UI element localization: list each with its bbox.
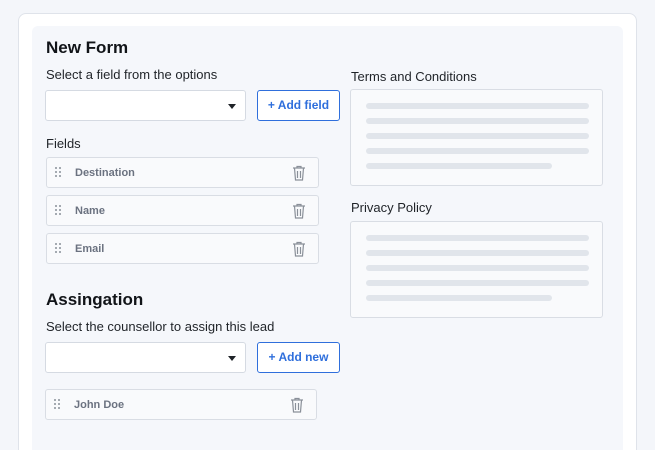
field-select[interactable] [45, 90, 246, 121]
trash-icon[interactable] [290, 397, 304, 413]
drag-handle-icon[interactable] [55, 243, 63, 255]
field-row-label: Name [75, 205, 105, 217]
field-row-name[interactable]: Name [46, 195, 319, 226]
assignee-row-john-doe[interactable]: John Doe [45, 389, 317, 420]
add-field-button[interactable]: + Add field [257, 90, 340, 121]
fields-heading: Fields [46, 136, 81, 151]
drag-handle-icon[interactable] [55, 205, 63, 217]
privacy-text-box[interactable] [350, 221, 603, 318]
counsellor-select[interactable] [45, 342, 246, 373]
field-row-label: Email [75, 243, 105, 255]
counsellor-select-label: Select the counsellor to assign this lea… [46, 319, 275, 334]
drag-handle-icon[interactable] [54, 399, 62, 411]
assignation-title: Assingation [46, 290, 144, 309]
drag-handle-icon[interactable] [55, 167, 63, 179]
trash-icon[interactable] [292, 203, 306, 219]
terms-text-box[interactable] [350, 89, 603, 186]
field-row-label: Destination [75, 167, 135, 179]
chevron-down-icon [228, 356, 236, 361]
assignee-label: John Doe [74, 399, 125, 411]
form-title: New Form [46, 38, 129, 57]
field-row-destination[interactable]: Destination [46, 157, 319, 188]
add-new-button[interactable]: + Add new [257, 342, 340, 373]
terms-heading: Terms and Conditions [351, 69, 477, 84]
field-select-label: Select a field from the options [46, 67, 218, 82]
privacy-heading: Privacy Policy [351, 200, 432, 215]
trash-icon[interactable] [292, 165, 306, 181]
chevron-down-icon [228, 104, 236, 109]
field-row-email[interactable]: Email [46, 233, 319, 264]
trash-icon[interactable] [292, 241, 306, 257]
